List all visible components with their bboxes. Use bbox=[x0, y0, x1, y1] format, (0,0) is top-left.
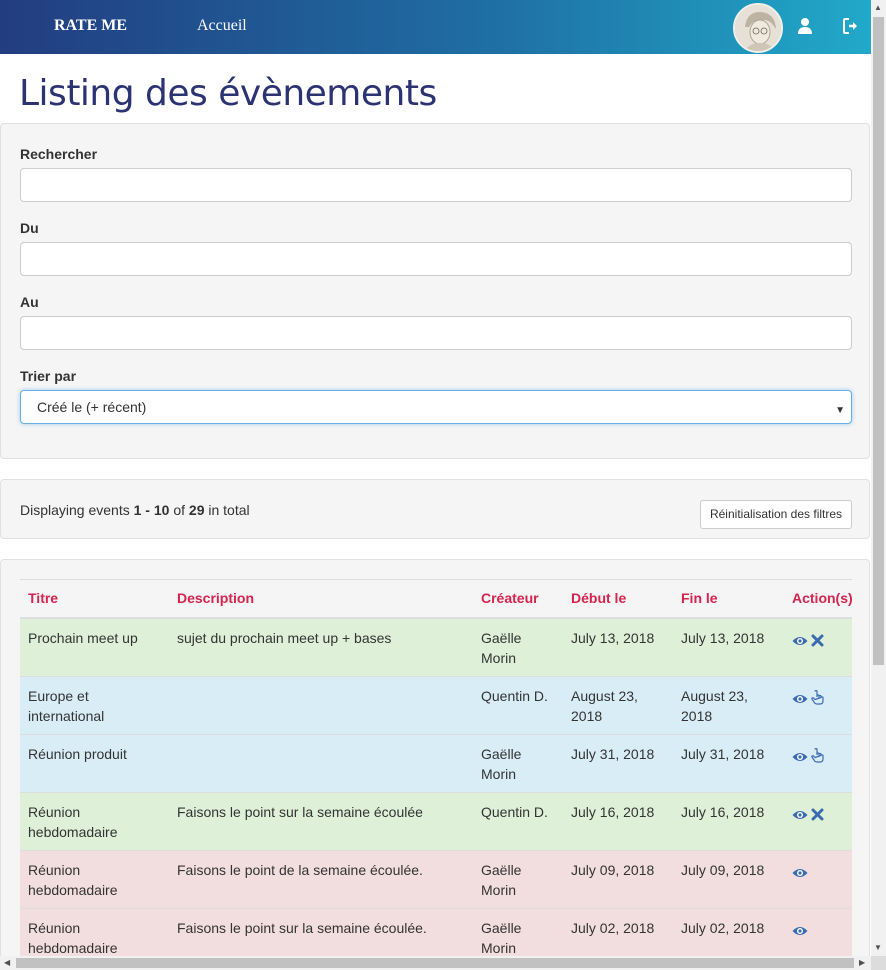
summary-panel: Displaying events 1 - 10 of 29 in total … bbox=[0, 479, 870, 539]
filters-panel: Rechercher Du Au Trier par Créé le (+ ré… bbox=[0, 123, 870, 459]
to-date-label: Au bbox=[20, 294, 39, 310]
brand-link[interactable]: RATE ME bbox=[54, 17, 127, 35]
from-date-label: Du bbox=[20, 220, 39, 236]
to-date-input[interactable] bbox=[20, 316, 852, 350]
cell-creator: Gaëlle Morin bbox=[473, 617, 563, 676]
horizontal-scroll-thumb[interactable] bbox=[16, 958, 854, 968]
from-date-input[interactable] bbox=[20, 242, 852, 276]
cell-title: Réunion hebdomadaire bbox=[20, 791, 169, 850]
table-row: Réunion produit Gaëlle Morin July 31, 2018… bbox=[20, 733, 852, 792]
cell-start-date: July 16, 2018 bbox=[563, 791, 673, 850]
cell-actions bbox=[784, 791, 852, 850]
cell-end-date: August 23, 2018 bbox=[673, 675, 784, 734]
cell-creator: Quentin D. bbox=[473, 791, 563, 850]
cell-start-date: July 31, 2018 bbox=[563, 733, 673, 792]
scroll-right-icon[interactable]: ▶ bbox=[859, 958, 865, 967]
sign-out-icon[interactable] bbox=[842, 17, 862, 37]
summary-range: 1 - 10 bbox=[133, 502, 170, 518]
column-header-end[interactable]: Fin le bbox=[673, 579, 784, 619]
eye-icon[interactable] bbox=[792, 922, 808, 936]
search-label: Rechercher bbox=[20, 146, 98, 162]
scroll-up-icon[interactable]: ▲ bbox=[874, 3, 882, 12]
caret-down-icon: ▼ bbox=[835, 405, 845, 416]
cell-description bbox=[169, 733, 473, 792]
vertical-scroll-thumb[interactable] bbox=[873, 17, 884, 665]
eye-icon[interactable] bbox=[792, 632, 808, 646]
table-row: Réunion hebdomadaire Faisons le point de … bbox=[20, 849, 852, 908]
events-panel: Titre Description Créateur Début le Fin … bbox=[0, 559, 870, 970]
scroll-left-icon[interactable]: ◀ bbox=[4, 958, 10, 967]
sort-select[interactable]: Créé le (+ récent) ▼ bbox=[20, 390, 852, 424]
user-icon[interactable] bbox=[797, 17, 817, 37]
cell-title: Réunion hebdomadaire bbox=[20, 849, 169, 908]
cell-description: sujet du prochain meet up + bases bbox=[169, 617, 473, 676]
cell-description: Faisons le point sur la semaine écoulée bbox=[169, 791, 473, 850]
hand-pointer-icon[interactable] bbox=[811, 689, 827, 705]
cell-end-date: July 16, 2018 bbox=[673, 791, 784, 850]
cell-description: Faisons le point de la semaine écoulée. bbox=[169, 849, 473, 908]
column-header-title[interactable]: Titre bbox=[20, 579, 169, 619]
events-table: Titre Description Créateur Début le Fin … bbox=[20, 579, 853, 966]
nav-link-accueil[interactable]: Accueil bbox=[197, 17, 247, 35]
sort-selected-value: Créé le (+ récent) bbox=[37, 399, 147, 415]
summary-prefix: Displaying events bbox=[20, 502, 134, 518]
reset-filters-button[interactable]: Réinitialisation des filtres bbox=[700, 500, 852, 529]
horizontal-scrollbar[interactable]: ◀ ▶ bbox=[0, 956, 871, 970]
cell-title: Prochain meet up bbox=[20, 617, 169, 676]
cell-end-date: July 09, 2018 bbox=[673, 849, 784, 908]
column-header-start[interactable]: Début le bbox=[563, 579, 673, 619]
table-row: Europe et international Quentin D. August … bbox=[20, 675, 852, 734]
scrollbar-corner bbox=[871, 956, 886, 970]
table-row: Prochain meet up sujet du prochain meet u… bbox=[20, 617, 852, 676]
column-header-actions: Action(s) bbox=[784, 579, 853, 619]
summary-total: 29 bbox=[188, 502, 205, 518]
sort-label: Trier par bbox=[20, 368, 77, 384]
search-input[interactable] bbox=[20, 168, 852, 202]
cell-actions bbox=[784, 733, 852, 792]
cell-creator: Gaëlle Morin bbox=[473, 849, 563, 908]
cell-title: Europe et international bbox=[20, 675, 169, 734]
cell-start-date: July 13, 2018 bbox=[563, 617, 673, 676]
summary-suffix: in total bbox=[204, 502, 250, 518]
navbar: RATE ME Accueil bbox=[0, 0, 871, 54]
hand-pointer-icon[interactable] bbox=[811, 747, 827, 763]
eye-icon[interactable] bbox=[792, 864, 808, 878]
results-summary: Displaying events 1 - 10 of 29 in total bbox=[20, 502, 250, 518]
user-avatar[interactable] bbox=[733, 3, 783, 53]
remove-icon[interactable] bbox=[811, 632, 827, 647]
cell-description bbox=[169, 675, 473, 734]
cell-start-date: August 23, 2018 bbox=[563, 675, 673, 734]
cell-title: Réunion produit bbox=[20, 733, 169, 792]
cell-start-date: July 09, 2018 bbox=[563, 849, 673, 908]
cell-actions bbox=[784, 675, 852, 734]
cell-end-date: July 31, 2018 bbox=[673, 733, 784, 792]
table-header-row: Titre Description Créateur Début le Fin … bbox=[20, 579, 853, 619]
cell-creator: Quentin D. bbox=[473, 675, 563, 734]
column-header-creator[interactable]: Créateur bbox=[473, 579, 563, 619]
page-title: Listing des évènements bbox=[19, 73, 437, 114]
column-header-description[interactable]: Description bbox=[169, 579, 473, 619]
cell-end-date: July 13, 2018 bbox=[673, 617, 784, 676]
cell-creator: Gaëlle Morin bbox=[473, 733, 563, 792]
vertical-scrollbar[interactable]: ▲ ▼ bbox=[871, 0, 886, 956]
remove-icon[interactable] bbox=[811, 806, 827, 821]
summary-of: of bbox=[169, 502, 189, 518]
cell-actions bbox=[784, 617, 852, 676]
eye-icon[interactable] bbox=[792, 690, 808, 704]
table-row: Réunion hebdomadaire Faisons le point sur… bbox=[20, 791, 852, 850]
eye-icon[interactable] bbox=[792, 806, 808, 820]
cell-actions bbox=[784, 849, 852, 908]
eye-icon[interactable] bbox=[792, 748, 808, 762]
scroll-down-icon[interactable]: ▼ bbox=[874, 943, 882, 952]
